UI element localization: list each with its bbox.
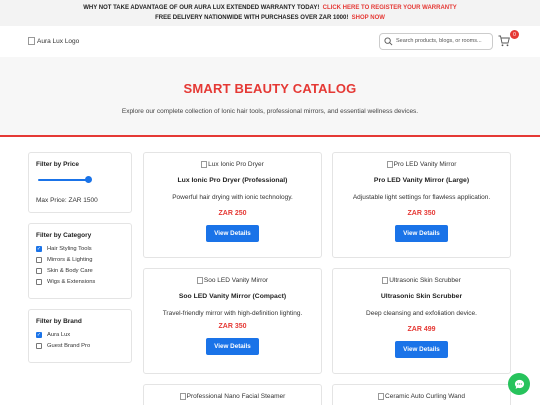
category-option-mirrors[interactable]: Mirrors & Lighting [36, 257, 124, 263]
price-slider-track [38, 179, 88, 181]
product-card: Ultrasonic Skin Scrubber Ultrasonic Skin… [332, 268, 511, 374]
product-image: Lux Ionic Pro Dryer [144, 159, 321, 169]
view-details-button[interactable]: View Details [395, 225, 448, 242]
search-box [379, 32, 493, 50]
register-warranty-link[interactable]: CLICK HERE TO REGISTER YOUR WARRANTY [323, 5, 457, 11]
broken-image-icon [28, 37, 35, 45]
product-image: Ultrasonic Skin Scrubber [333, 275, 510, 285]
site-logo[interactable]: Aura Lux Logo [28, 37, 79, 45]
search-input[interactable] [396, 38, 486, 44]
checkbox[interactable] [36, 279, 42, 285]
product-name: Ultrasonic Skin Scrubber [380, 293, 463, 300]
filter-sidebar: Filter by Price Max Price: ZAR 1500 Filt… [28, 152, 132, 405]
product-card: Professional Nano Facial Steamer [143, 384, 322, 405]
product-name: Lux Ionic Pro Dryer (Professional) [177, 177, 288, 184]
product-description: Powerful hair drying with ionic technolo… [172, 194, 293, 201]
product-name: Soo LED Vanity Mirror (Compact) [178, 293, 287, 300]
product-grid: Lux Ionic Pro Dryer Lux Ionic Pro Dryer … [143, 152, 511, 405]
product-card: Lux Ionic Pro Dryer Lux Ionic Pro Dryer … [143, 152, 322, 258]
price-filter-panel: Filter by Price Max Price: ZAR 1500 [28, 152, 132, 213]
broken-image-icon [196, 276, 203, 284]
product-image: Soo LED Vanity Mirror [144, 275, 321, 285]
product-description: Deep cleansing and exfoliation device. [366, 310, 477, 317]
brand-filter-title: Filter by Brand [36, 318, 82, 325]
announcement-line-2: FREE DELIVERY NATIONWIDE WITH PURCHASES … [155, 15, 385, 21]
brand-option-aura-lux[interactable]: ✓ Aura Lux [36, 332, 124, 338]
product-image: Ceramic Auto Curling Wand [333, 391, 510, 401]
cart-icon [498, 35, 510, 47]
cart-button[interactable]: 0 [498, 30, 519, 48]
broken-image-icon [386, 160, 393, 168]
price-slider[interactable] [36, 175, 124, 185]
brand-filter-panel: Filter by Brand ✓ Aura Lux Guest Brand Pr… [28, 309, 132, 363]
category-option-skin-body[interactable]: Skin & Body Care [36, 268, 124, 274]
product-card: Soo LED Vanity Mirror Soo LED Vanity Mir… [143, 268, 322, 374]
chat-button[interactable] [508, 373, 530, 395]
site-header: Aura Lux Logo 0 [0, 26, 540, 56]
category-filter-title: Filter by Category [36, 232, 92, 239]
broken-image-icon [201, 160, 208, 168]
announcement-line-1: WHY NOT TAKE ADVANTAGE OF OUR AURA LUX E… [83, 5, 457, 11]
product-description: Adjustable light settings for flawless a… [352, 194, 491, 201]
checkbox[interactable] [36, 343, 42, 349]
product-price: ZAR 499 [407, 326, 436, 333]
checkbox[interactable] [36, 268, 42, 274]
view-details-button[interactable]: View Details [206, 338, 259, 355]
view-details-button[interactable]: View Details [206, 225, 259, 242]
product-price: ZAR 350 [407, 210, 436, 217]
product-name: Pro LED Vanity Mirror (Large) [373, 177, 470, 184]
announcement-bar: WHY NOT TAKE ADVANTAGE OF OUR AURA LUX E… [0, 0, 540, 26]
category-option-wigs[interactable]: Wigs & Extensions [36, 279, 124, 285]
product-description: Travel-friendly mirror with high-definit… [162, 310, 303, 317]
price-slider-thumb[interactable] [85, 176, 92, 183]
broken-image-icon [378, 392, 385, 400]
category-option-hair-styling[interactable]: ✓ Hair Styling Tools [36, 246, 124, 252]
shop-now-link[interactable]: SHOP NOW [352, 15, 385, 21]
chat-icon [514, 379, 524, 389]
view-details-button[interactable]: View Details [395, 341, 448, 358]
broken-image-icon [179, 392, 186, 400]
product-image: Professional Nano Facial Steamer [144, 391, 321, 401]
broken-image-icon [382, 276, 389, 284]
checkbox[interactable]: ✓ [36, 332, 42, 338]
product-card: Ceramic Auto Curling Wand [332, 384, 511, 405]
search-icon [384, 36, 393, 45]
price-filter-title: Filter by Price [36, 161, 79, 168]
product-price: ZAR 250 [218, 210, 247, 217]
catalog-hero: SMART BEAUTY CATALOG Explore our complet… [0, 57, 540, 137]
checkbox[interactable] [36, 257, 42, 263]
checkbox[interactable]: ✓ [36, 246, 42, 252]
page-title: SMART BEAUTY CATALOG [183, 81, 357, 96]
brand-option-guest-brand[interactable]: Guest Brand Pro [36, 343, 124, 349]
max-price-label: Max Price: ZAR 1500 [36, 197, 98, 204]
page-subtitle: Explore our complete collection of Ionic… [121, 108, 419, 115]
product-price: ZAR 350 [218, 323, 247, 330]
product-image: Pro LED Vanity Mirror [333, 159, 510, 169]
product-card: Pro LED Vanity Mirror Pro LED Vanity Mir… [332, 152, 511, 258]
catalog-main: Filter by Price Max Price: ZAR 1500 Filt… [0, 137, 540, 405]
category-filter-panel: Filter by Category ✓ Hair Styling Tools M… [28, 223, 132, 299]
cart-count-badge: 0 [510, 30, 519, 39]
